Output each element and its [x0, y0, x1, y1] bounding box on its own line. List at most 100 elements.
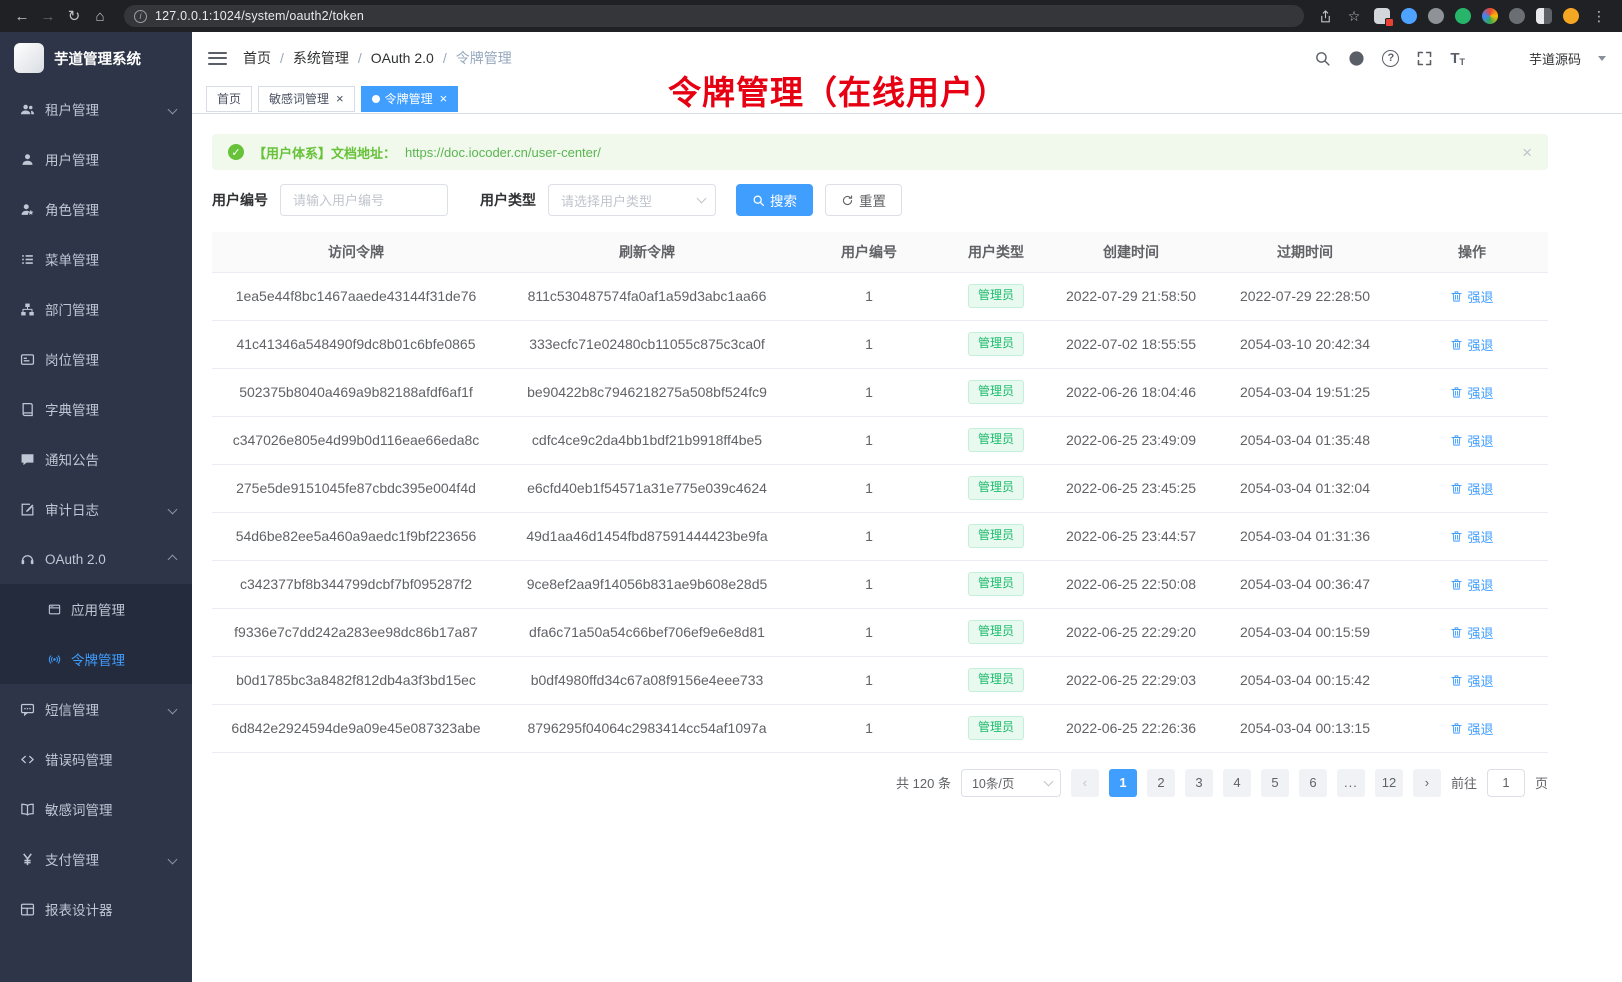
- create-time-cell: 2022-06-26 18:04:46: [1048, 368, 1214, 416]
- sidebar-item-label: 角色管理: [45, 199, 99, 219]
- extension-icon-3[interactable]: [1428, 8, 1444, 24]
- help-icon[interactable]: ?: [1382, 50, 1399, 67]
- breadcrumb-item[interactable]: OAuth 2.0: [371, 50, 434, 66]
- tab-首页[interactable]: 首页: [206, 86, 252, 112]
- sidebar-item-report-designer[interactable]: 报表设计器: [0, 884, 192, 934]
- hamburger-icon[interactable]: [208, 48, 227, 68]
- sidebar-item-dict[interactable]: 字典管理: [0, 384, 192, 434]
- extension-icon-5[interactable]: [1482, 8, 1498, 24]
- browser-url-bar[interactable]: i 127.0.0.1:1024/system/oauth2/token: [124, 5, 1304, 27]
- fullscreen-icon[interactable]: [1416, 50, 1433, 67]
- sidebar-item-notice[interactable]: 通知公告: [0, 434, 192, 484]
- breadcrumb-item[interactable]: 首页: [243, 48, 271, 68]
- page-button-1[interactable]: 1: [1109, 769, 1137, 797]
- sidebar-item-error-code[interactable]: 错误码管理: [0, 734, 192, 784]
- reset-button[interactable]: 重置: [825, 184, 902, 216]
- bookmark-star-icon[interactable]: ☆: [1345, 7, 1363, 25]
- sidebar-item-tenant[interactable]: 租户管理: [0, 84, 192, 134]
- force-logout-button[interactable]: 强退: [1450, 671, 1493, 690]
- search-icon[interactable]: [1314, 50, 1331, 67]
- extension-icon-4[interactable]: [1455, 8, 1471, 24]
- github-icon[interactable]: [1348, 50, 1365, 67]
- force-logout-button[interactable]: 强退: [1450, 479, 1493, 498]
- page-button-12[interactable]: 12: [1375, 769, 1403, 797]
- sidebar-item-label: 用户管理: [45, 149, 99, 169]
- browser-menu-icon[interactable]: ⋮: [1590, 7, 1608, 25]
- alert-close-icon[interactable]: ×: [1522, 144, 1532, 161]
- force-logout-button[interactable]: 强退: [1450, 287, 1493, 306]
- page-button-2[interactable]: 2: [1147, 769, 1175, 797]
- user-id-input[interactable]: [280, 184, 448, 216]
- browser-profile-avatar[interactable]: [1563, 8, 1579, 24]
- sidebar-item-sms[interactable]: 短信管理: [0, 684, 192, 734]
- sidebar-item-oauth2[interactable]: OAuth 2.0: [0, 534, 192, 584]
- caret-down-icon[interactable]: [1598, 56, 1606, 61]
- sidebar-item-dept[interactable]: 部门管理: [0, 284, 192, 334]
- page-button-5[interactable]: 5: [1261, 769, 1289, 797]
- tab-敏感词管理[interactable]: 敏感词管理×: [258, 86, 355, 112]
- extension-icon-7[interactable]: [1536, 8, 1552, 24]
- user-type-badge: 管理员: [968, 716, 1024, 740]
- app-logo-row[interactable]: 芋道管理系统: [0, 32, 192, 84]
- sidebar-item-user[interactable]: 用户管理: [0, 134, 192, 184]
- share-icon[interactable]: [1316, 7, 1334, 25]
- search-button[interactable]: 搜索: [736, 184, 813, 216]
- breadcrumb-item[interactable]: 系统管理: [293, 48, 349, 68]
- browser-home-icon[interactable]: ⌂: [88, 4, 112, 28]
- sidebar-item-post[interactable]: 岗位管理: [0, 334, 192, 384]
- force-logout-button[interactable]: 强退: [1450, 527, 1493, 546]
- page-size-select[interactable]: 10条/页: [961, 769, 1061, 797]
- user-avatar[interactable]: [1482, 43, 1512, 73]
- alert-link[interactable]: https://doc.iocoder.cn/user-center/: [405, 145, 601, 160]
- extension-icon-1[interactable]: [1374, 8, 1390, 24]
- sidebar-item-role[interactable]: 角色管理: [0, 184, 192, 234]
- tab-close-icon[interactable]: ×: [440, 92, 448, 105]
- browser-toolbar-right: ☆ ⋮: [1316, 7, 1612, 25]
- goto-page-input[interactable]: [1487, 769, 1525, 797]
- force-logout-button[interactable]: 强退: [1450, 335, 1493, 354]
- page-button-4[interactable]: 4: [1223, 769, 1251, 797]
- sidebar-item-oauth2-token[interactable]: 令牌管理: [0, 634, 192, 684]
- user-id-cell: 1: [794, 704, 944, 752]
- sidebar-item-pay[interactable]: 支付管理: [0, 834, 192, 884]
- extension-icon-6[interactable]: [1509, 8, 1525, 24]
- delete-icon: [1450, 482, 1463, 495]
- browser-chrome: ← → ↻ ⌂ i 127.0.0.1:1024/system/oauth2/t…: [0, 0, 1622, 32]
- sidebar-item-menu[interactable]: 菜单管理: [0, 234, 192, 284]
- breadcrumb-separator: /: [358, 50, 362, 66]
- sidebar-item-audit-log[interactable]: 审计日志: [0, 484, 192, 534]
- browser-back-icon[interactable]: ←: [10, 4, 34, 28]
- extension-icon-2[interactable]: [1401, 8, 1417, 24]
- site-info-icon[interactable]: i: [134, 10, 147, 23]
- success-check-icon: ✓: [228, 144, 244, 160]
- font-size-icon[interactable]: TT: [1450, 50, 1465, 67]
- delete-icon: [1450, 386, 1463, 399]
- user-name[interactable]: 芋道源码: [1529, 49, 1581, 68]
- tab-令牌管理[interactable]: 令牌管理 ×: [361, 86, 459, 112]
- user-type-label: 用户类型: [480, 190, 536, 210]
- force-logout-button[interactable]: 强退: [1450, 719, 1493, 738]
- force-logout-button[interactable]: 强退: [1450, 431, 1493, 450]
- sidebar-item-sensitive-word[interactable]: 敏感词管理: [0, 784, 192, 834]
- tab-close-icon[interactable]: ×: [336, 92, 344, 105]
- user-type-cell: 管理员: [944, 560, 1048, 608]
- page-button-6[interactable]: 6: [1299, 769, 1327, 797]
- create-time-cell: 2022-06-25 23:44:57: [1048, 512, 1214, 560]
- browser-reload-icon[interactable]: ↻: [62, 4, 86, 28]
- table-row: c342377bf8b344799dcbf7bf095287f29ce8ef2a…: [212, 560, 1548, 608]
- sidebar-item-label: 支付管理: [45, 849, 99, 869]
- force-logout-button[interactable]: 强退: [1450, 575, 1493, 594]
- refresh-token-cell: cdfc4ce9c2da4bb1bdf21b9918ff4be5: [500, 416, 794, 464]
- browser-forward-icon[interactable]: →: [36, 4, 60, 28]
- user-type-cell: 管理员: [944, 608, 1048, 656]
- page-button-3[interactable]: 3: [1185, 769, 1213, 797]
- force-logout-button[interactable]: 强退: [1450, 383, 1493, 402]
- tab-label: 令牌管理: [385, 90, 433, 107]
- sidebar-item-oauth2-app[interactable]: 应用管理: [0, 584, 192, 634]
- next-page-button[interactable]: ›: [1413, 769, 1441, 797]
- prev-page-button[interactable]: ‹: [1071, 769, 1099, 797]
- user-type-select[interactable]: 请选择用户类型: [548, 184, 716, 216]
- list-icon: [20, 252, 35, 267]
- force-logout-button[interactable]: 强退: [1450, 623, 1493, 642]
- user-type-badge: 管理员: [968, 572, 1024, 596]
